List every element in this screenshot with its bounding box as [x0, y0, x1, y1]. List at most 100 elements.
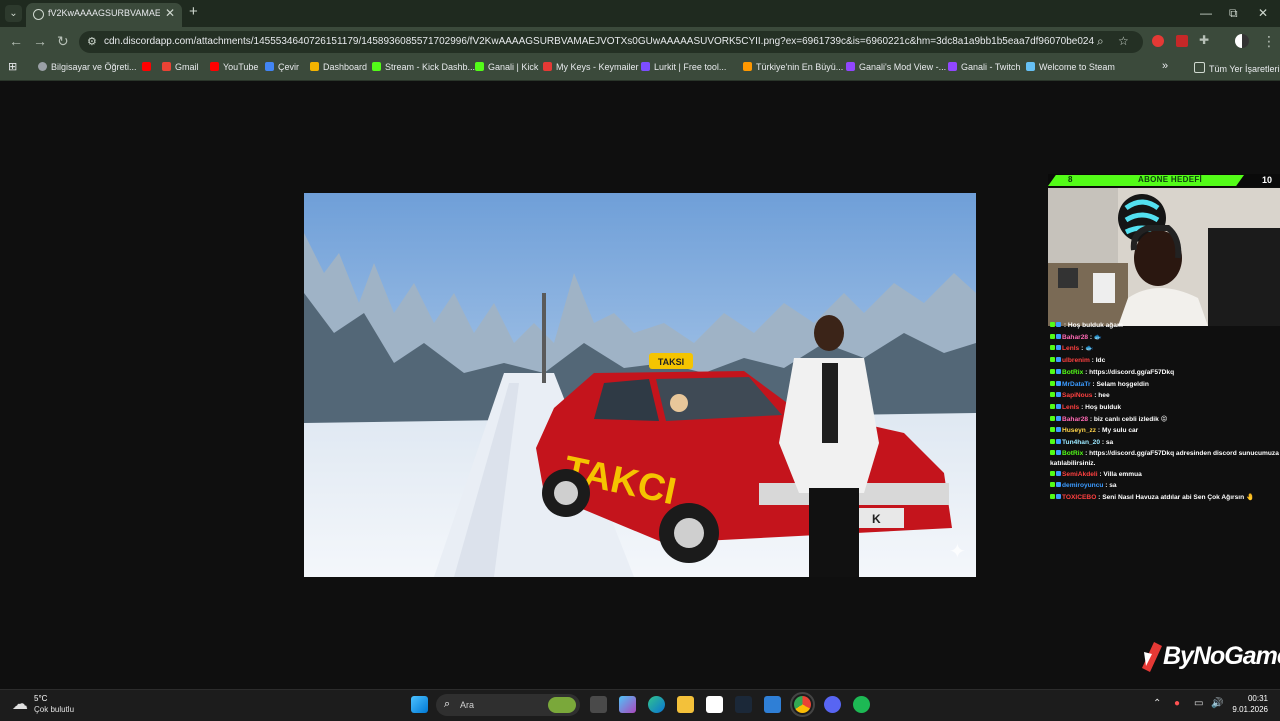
chat-message: Tun4han_20 : sa [1050, 437, 1280, 449]
chat-text: : biz canlı cebli izledik 😡 [1088, 415, 1168, 423]
chat-username[interactable]: Tun4han_20 [1062, 439, 1100, 446]
extension-red-icon[interactable] [1152, 35, 1164, 47]
chat-username[interactable]: MrDataTr [1062, 381, 1091, 388]
bookmark-item[interactable]: Ganali | Kick [475, 62, 538, 72]
bynogame-mark-icon [1142, 642, 1162, 672]
active-tab[interactable]: fV2KwAAAAGSURBVAMAEJVOTXs0GUwAAAAASUVORK… [26, 3, 182, 27]
microphone-icon[interactable]: ● [1174, 698, 1180, 709]
bookmark-item[interactable]: YouTube [210, 62, 258, 72]
profile-avatar[interactable] [1235, 34, 1249, 48]
task-view-icon[interactable] [590, 696, 607, 713]
address-bar[interactable]: ⚙ cdn.discordapp.com/attachments/1455534… [79, 31, 1143, 53]
bookmark-item[interactable]: Ganali - Twitch [948, 62, 1020, 72]
more-bookmarks-chevron-icon[interactable]: » [1162, 60, 1168, 72]
clock-date[interactable]: 9.01.2026 [1229, 705, 1268, 714]
chat-username[interactable]: SapiNous [1062, 392, 1092, 399]
chat-username[interactable]: BotRix [1062, 450, 1083, 457]
bookmark-item[interactable] [142, 62, 155, 72]
restore-button[interactable]: ⧉ [1229, 6, 1238, 21]
chat-text: : My sulu car [1096, 427, 1139, 435]
chat-username[interactable]: Lenls [1062, 345, 1079, 352]
mail-icon[interactable] [764, 696, 781, 713]
minimize-button[interactable]: — [1200, 6, 1212, 20]
chat-username[interactable]: BotRix [1062, 369, 1083, 376]
chat-message: BotRix : https://discord.gg/aF57Dkq [1050, 367, 1280, 379]
windows-start-icon[interactable] [411, 696, 428, 713]
chat-username[interactable]: SemiAkdeli [1062, 471, 1098, 478]
bookmark-item[interactable]: Welcome to Steam [1026, 62, 1115, 72]
extension-tv-icon[interactable] [1176, 35, 1188, 47]
url-text[interactable]: cdn.discordapp.com/attachments/145553464… [104, 36, 1094, 47]
bookmark-item[interactable]: Stream - Kick Dashb... [372, 62, 475, 72]
bookmark-item[interactable]: My Keys - Keymailer [543, 62, 639, 72]
discord-icon[interactable] [824, 696, 841, 713]
apps-grid-icon[interactable]: ⊞ [8, 60, 17, 73]
tab-search-button[interactable]: ⌄ [5, 5, 22, 22]
chat-message: SemiAkdeli : Villa emmua [1050, 469, 1280, 481]
chat-text: : Selam hoşgeldin [1090, 380, 1149, 388]
file-explorer-icon[interactable] [677, 696, 694, 713]
bookmark-item[interactable]: Dashboard [310, 62, 367, 72]
globe-icon [33, 9, 44, 20]
weather-temperature[interactable]: 5°C [34, 694, 47, 703]
copilot-icon[interactable] [619, 696, 636, 713]
chat-username[interactable]: Bahar28 [1062, 334, 1088, 341]
chat-text: : 🐟 [1079, 345, 1094, 353]
chat-badge-icon [1050, 368, 1055, 374]
chat-badge-icon [1050, 427, 1055, 433]
chat-badge-icon [1056, 380, 1061, 386]
chat-message: SapiNous : hee [1050, 390, 1280, 402]
bookmark-item[interactable]: Türkiye'nin En Büyü... [743, 62, 843, 72]
chat-badge-icon [1056, 439, 1061, 445]
chat-message: Lenls : Hoş bulduk [1050, 402, 1280, 414]
chrome-icon[interactable] [790, 692, 815, 717]
reload-button[interactable]: ↻ [57, 33, 69, 50]
show-hidden-icons-chevron-icon[interactable]: ⌃ [1153, 698, 1161, 709]
chat-text: : Hoş bulduk [1079, 403, 1121, 411]
bookmark-item[interactable]: Bilgisayar ve Öğreti... [38, 62, 137, 72]
chat-username[interactable]: Lenls [1062, 404, 1079, 411]
all-bookmarks-folder[interactable]: Tüm Yer İşaretleri [1194, 62, 1280, 74]
network-icon[interactable]: ▭ [1194, 698, 1203, 709]
bookmark-item[interactable]: Çevir [265, 62, 299, 72]
back-button[interactable]: ← [9, 33, 23, 49]
spotify-icon[interactable] [853, 696, 870, 713]
edge-icon[interactable] [648, 696, 665, 713]
bookmarks-bar: ⊞ Bilgisayar ve Öğreti... Gmail YouTube … [0, 56, 1280, 81]
chat-badge-icon [1056, 427, 1061, 433]
site-info-icon[interactable]: ⚙ [87, 35, 97, 48]
menu-kebab-icon[interactable]: ⋮ [1262, 33, 1276, 50]
toolbar: ← → ↻ ⚙ cdn.discordapp.com/attachments/1… [0, 27, 1280, 56]
bookmark-item[interactable]: Lurkit | Free tool... [641, 62, 726, 72]
chat-username[interactable]: Huseyn_zz [1062, 427, 1096, 434]
chat-badge-icon [1050, 449, 1055, 455]
close-window-button[interactable]: ✕ [1258, 6, 1268, 20]
chat-text: : https://discord.gg/aF57Dkq adresinden … [1050, 449, 1279, 467]
chat-badge-icon [1056, 333, 1061, 339]
chat-username[interactable]: TOXICEBO [1062, 494, 1096, 501]
bookmark-item[interactable]: Gmail [162, 62, 199, 72]
chat-username[interactable]: Bahar28 [1062, 416, 1088, 423]
sparkle-icon: ✦ [949, 541, 966, 563]
chat-badge-icon [1056, 415, 1061, 421]
microsoft-store-icon[interactable] [706, 696, 723, 713]
bookmark-star-icon[interactable]: ☆ [1118, 34, 1129, 48]
close-tab-icon[interactable]: ✕ [165, 6, 175, 20]
taxi-roof-sign: TAKSI [658, 357, 684, 367]
bookmark-item[interactable]: Ganali's Mod View -... [846, 62, 946, 72]
volume-icon[interactable]: 🔊 [1211, 698, 1223, 709]
forward-button[interactable]: → [33, 33, 47, 49]
chat-username[interactable]: ulbrenim [1062, 357, 1090, 364]
zoom-icon[interactable]: ⌕ [1097, 34, 1104, 49]
steam-icon[interactable] [735, 696, 752, 713]
weather-description[interactable]: Çok bulutlu [34, 705, 74, 714]
weather-cloud-icon[interactable]: ☁ [12, 694, 28, 714]
clock-time[interactable]: 00:31 [1243, 694, 1268, 703]
taskbar-search[interactable]: ⌕ Ara [436, 694, 580, 716]
extensions-puzzle-icon[interactable]: ✚ [1199, 33, 1209, 47]
new-tab-button[interactable]: + [189, 3, 198, 20]
subscriber-goal-current: 8 [1068, 175, 1073, 184]
chat-text: : sa [1100, 439, 1114, 447]
chat-username[interactable]: demiroyuncu [1062, 482, 1103, 489]
chat-text: : 🐟 [1088, 333, 1103, 341]
